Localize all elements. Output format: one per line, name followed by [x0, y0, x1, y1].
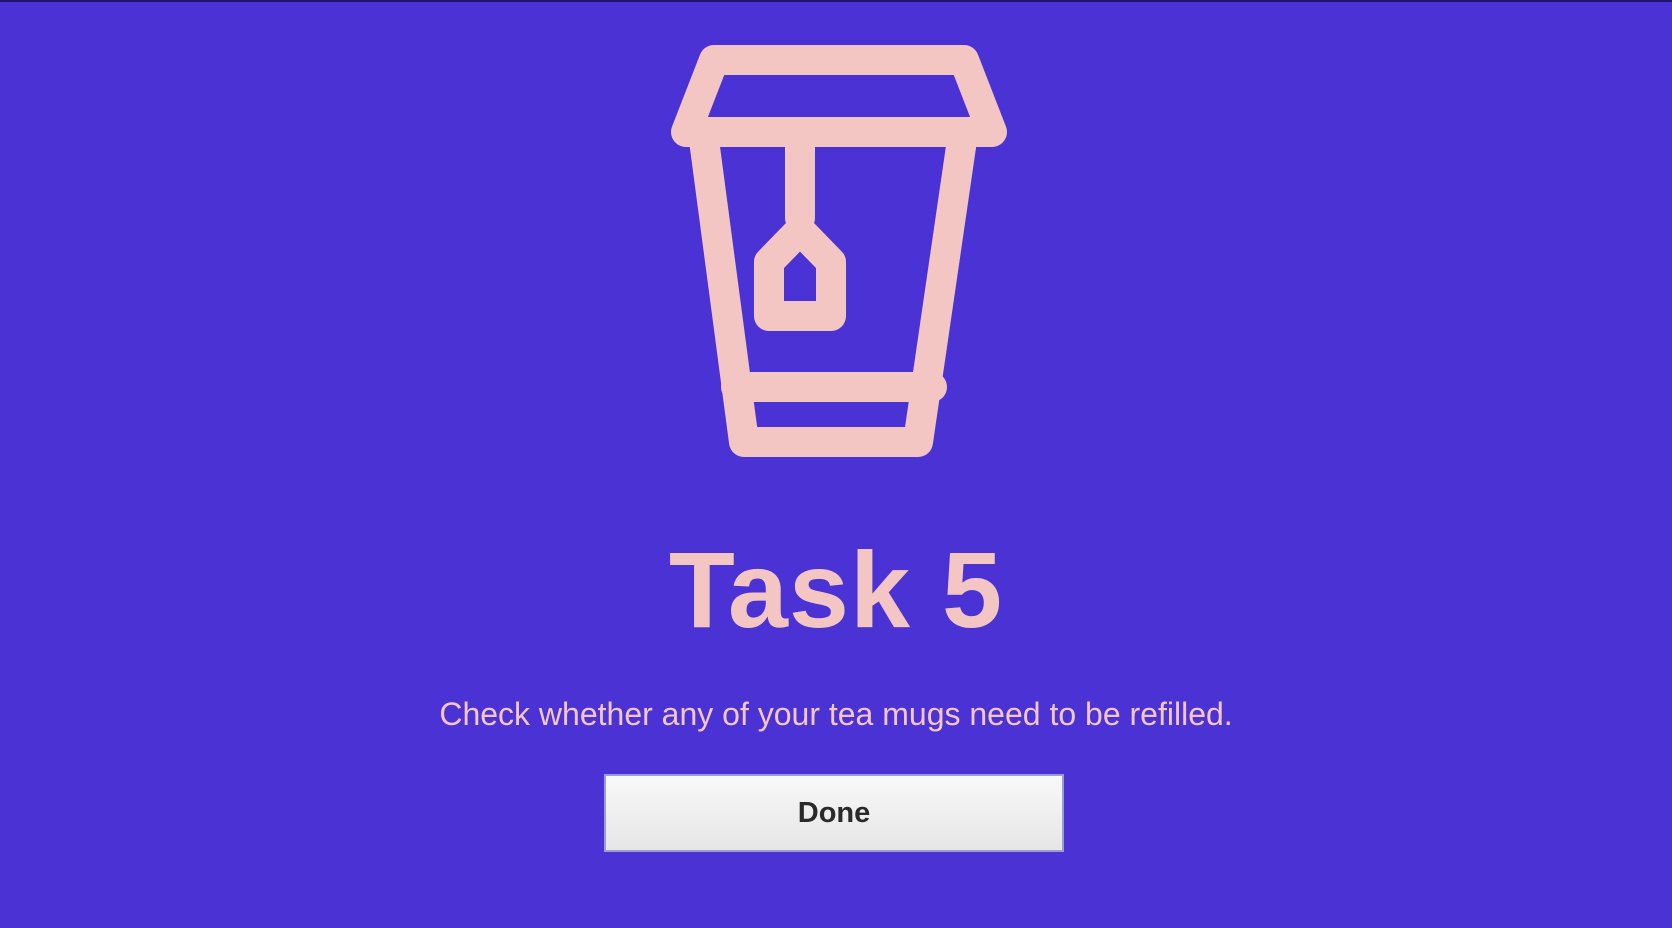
task-screen: Task 5 Check whether any of your tea mug… — [0, 0, 1672, 928]
task-title: Task 5 — [668, 529, 1004, 650]
task-message: Check whether any of your tea mugs need … — [439, 696, 1233, 732]
done-button[interactable]: Done — [604, 774, 1064, 852]
tea-cup-icon — [646, 40, 1026, 470]
